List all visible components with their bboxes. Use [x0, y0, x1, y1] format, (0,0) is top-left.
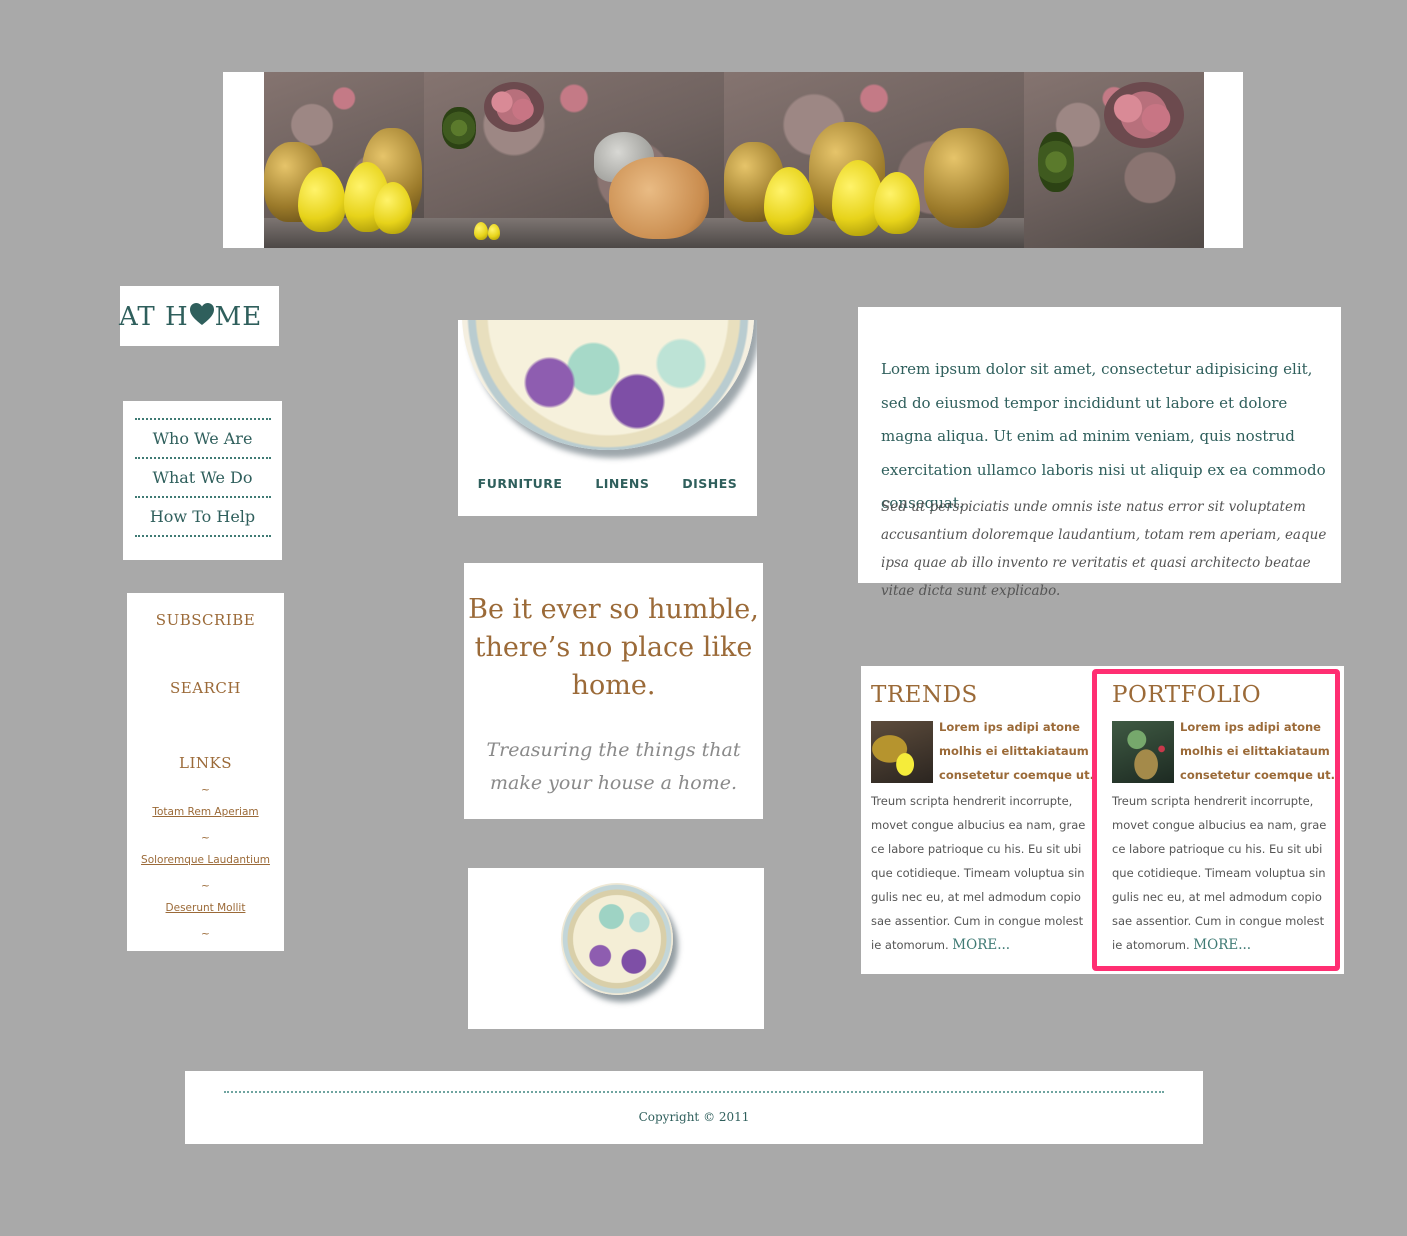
banner-photo-pears — [264, 72, 424, 248]
search-link[interactable]: SEARCH — [127, 679, 284, 697]
footer: Copyright © 2011 — [185, 1071, 1203, 1144]
sidebar-link-soloremque[interactable]: Soloremque Laudantium — [127, 854, 284, 866]
trends-lead-text: Lorem ips adipi atone molhis ei elittaki… — [939, 720, 1094, 782]
subscribe-link[interactable]: SUBSCRIBE — [127, 611, 284, 629]
menu-furniture[interactable]: FURNITURE — [478, 476, 563, 491]
trends-column: TRENDS Lorem ips adipi atone molhis ei e… — [861, 666, 1094, 974]
portfolio-highlight-frame — [1092, 669, 1340, 971]
category-menu: FURNITURE LINENS DISHES — [458, 320, 757, 516]
small-plate-image — [561, 883, 673, 995]
sidebar-link-deserunt[interactable]: Deserunt Mollit — [127, 902, 284, 914]
quote-box: Be it ever so humble, there’s no place l… — [464, 563, 763, 819]
heart-icon — [189, 302, 214, 325]
intro-italic-paragraph: Sed ut perspiciatis unde omnis iste natu… — [881, 499, 1327, 599]
menu-dishes[interactable]: DISHES — [682, 476, 737, 491]
category-links: FURNITURE LINENS DISHES — [458, 476, 757, 491]
nav-divider — [134, 535, 271, 537]
copyright-text: Copyright © 2011 — [638, 1110, 750, 1124]
banner-photo-wreath — [1024, 72, 1204, 248]
small-plate-box — [468, 868, 764, 1029]
sidebar-link-totam[interactable]: Totam Rem Aperiam — [127, 806, 284, 818]
tilde-divider: ~ — [200, 831, 211, 844]
header-banner — [223, 72, 1243, 248]
main-nav: Who We Are What We Do How To Help — [123, 401, 282, 560]
trends-more-link[interactable]: MORE... — [952, 937, 1010, 953]
links-heading: LINKS — [179, 754, 232, 772]
banner-photo-rooster — [424, 72, 724, 248]
sidebar-panel: SUBSCRIBE SEARCH LINKS ~ Totam Rem Aperi… — [127, 593, 284, 951]
banner-photo-apples — [724, 72, 1024, 248]
nav-item-who-we-are[interactable]: Who We Are — [123, 420, 282, 457]
footer-divider — [224, 1091, 1164, 1093]
tilde-divider: ~ — [200, 783, 211, 796]
nav-item-how-to-help[interactable]: How To Help — [123, 498, 282, 535]
banner-photo-strip — [264, 72, 1204, 248]
trends-title[interactable]: TRENDS — [871, 680, 1092, 710]
trends-body: Treum scripta hendrerit incorrupte, move… — [871, 794, 1086, 953]
intro-text-box: Lorem ipsum dolor sit amet, consectetur … — [858, 307, 1341, 599]
tilde-divider: ~ — [200, 927, 211, 940]
trends-lead: Lorem ips adipi atone molhis ei elittaki… — [871, 720, 1094, 783]
menu-linens[interactable]: LINENS — [595, 476, 649, 491]
logo-text: AT H ME — [119, 301, 263, 332]
quote-tagline: Treasuring the things that make your hou… — [486, 739, 741, 794]
nav-item-what-we-do[interactable]: What We Do — [123, 459, 282, 496]
trends-thumbnail[interactable] — [871, 721, 933, 783]
quote-headline: Be it ever so humble, there’s no place l… — [468, 594, 759, 701]
floral-plate-image — [462, 320, 754, 450]
tilde-divider: ~ — [200, 879, 211, 892]
site-logo[interactable]: AT H ME — [119, 286, 279, 346]
